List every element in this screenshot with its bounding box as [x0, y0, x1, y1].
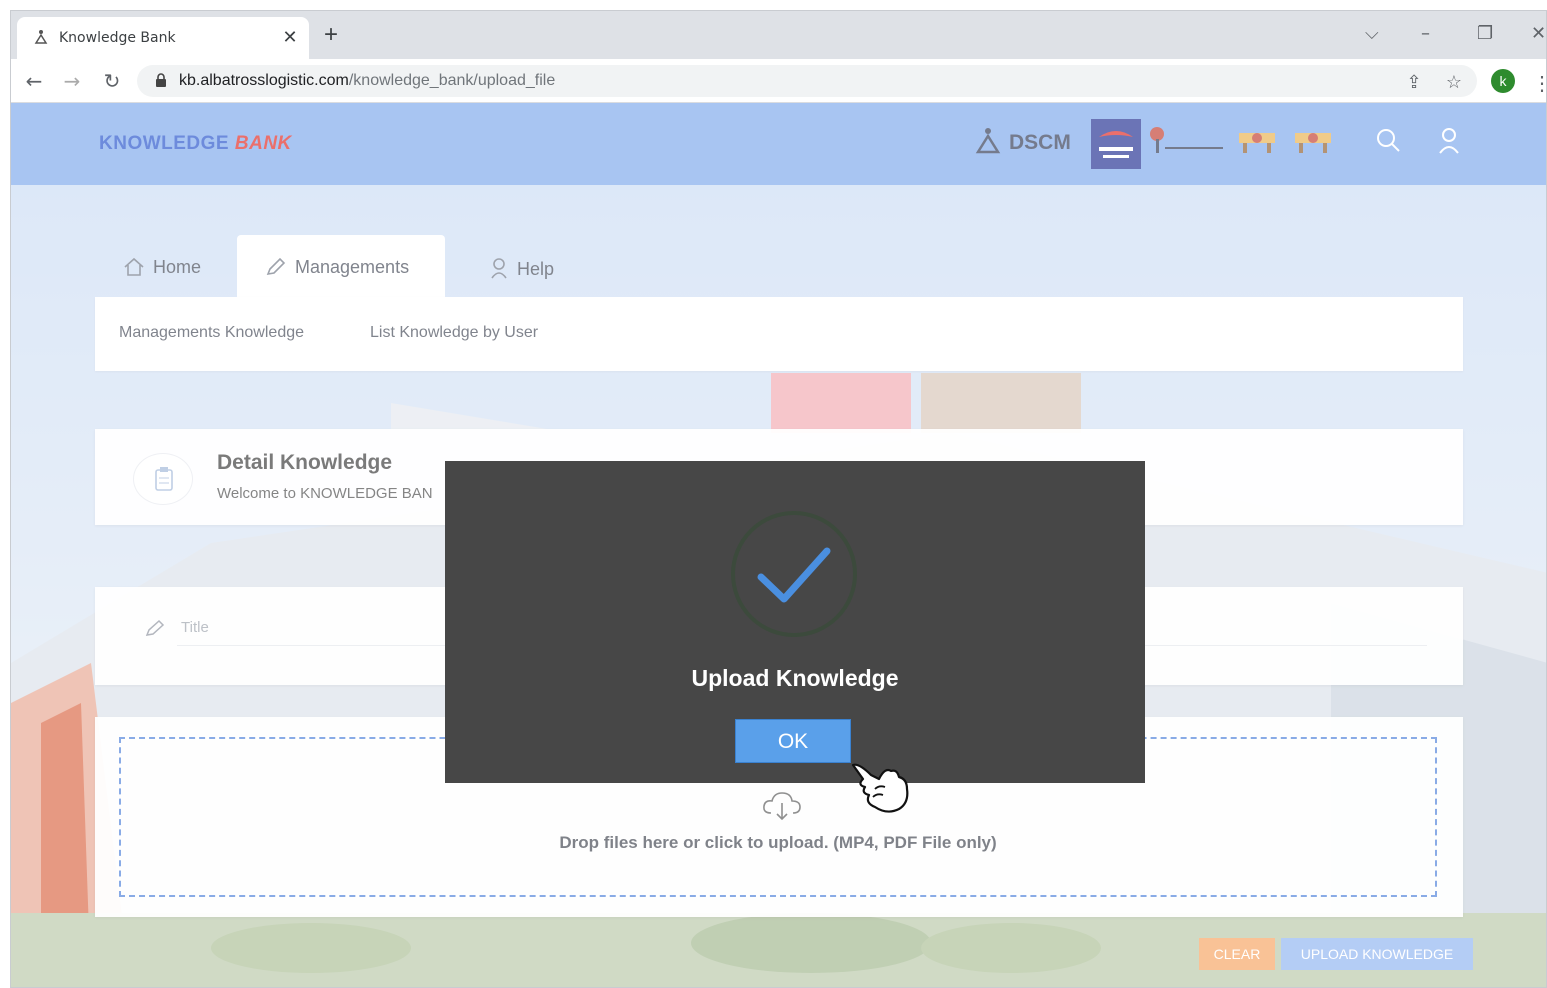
dialog-title: Upload Knowledge — [691, 665, 899, 691]
lock-icon — [156, 73, 166, 87]
new-tab-button[interactable]: + — [324, 23, 338, 47]
address-bar[interactable]: kb.albatrosslogistic.com/knowledge_bank/… — [137, 65, 1477, 97]
web-page: KNOWLEDGE BANK DSCM Home Managements Hel… — [11, 103, 1546, 987]
forward-icon[interactable]: → — [59, 68, 85, 94]
tab-strip: Knowledge Bank ✕ + ⌵ – ❐ ✕ — [11, 11, 1546, 59]
hand-cursor-icon — [851, 763, 909, 813]
browser-toolbar: ← → ↻ kb.albatrosslogistic.com/knowledge… — [11, 59, 1546, 103]
url-path: /knowledge_bank/upload_file — [348, 72, 556, 89]
favicon-icon — [34, 30, 48, 44]
close-window-icon[interactable]: ✕ — [1531, 23, 1546, 44]
reload-icon[interactable]: ↻ — [99, 68, 125, 94]
browser-menu-icon[interactable]: ⋮ — [1532, 71, 1546, 96]
share-icon[interactable]: ⇪ — [1403, 71, 1425, 93]
success-dialog: Upload Knowledge OK — [445, 461, 1145, 783]
profile-avatar[interactable]: k — [1491, 69, 1515, 93]
restore-icon[interactable]: ❐ — [1477, 23, 1493, 44]
tab-search-icon[interactable]: ⌵ — [1365, 23, 1379, 44]
bookmark-star-icon[interactable]: ☆ — [1443, 71, 1465, 93]
browser-window: Knowledge Bank ✕ + ⌵ – ❐ ✕ ← → ↻ kb.alba… — [10, 10, 1547, 988]
back-icon[interactable]: ← — [21, 68, 47, 94]
url-host: kb.albatrosslogistic.com — [179, 72, 349, 89]
success-check-icon — [731, 511, 857, 637]
minimize-icon[interactable]: – — [1421, 23, 1430, 44]
ok-button[interactable]: OK — [735, 719, 851, 763]
tab-title: Knowledge Bank — [59, 30, 176, 46]
browser-tab[interactable]: Knowledge Bank ✕ — [17, 17, 309, 59]
tab-close-icon[interactable]: ✕ — [279, 26, 301, 48]
url-text: kb.albatrosslogistic.com/knowledge_bank/… — [179, 72, 555, 90]
